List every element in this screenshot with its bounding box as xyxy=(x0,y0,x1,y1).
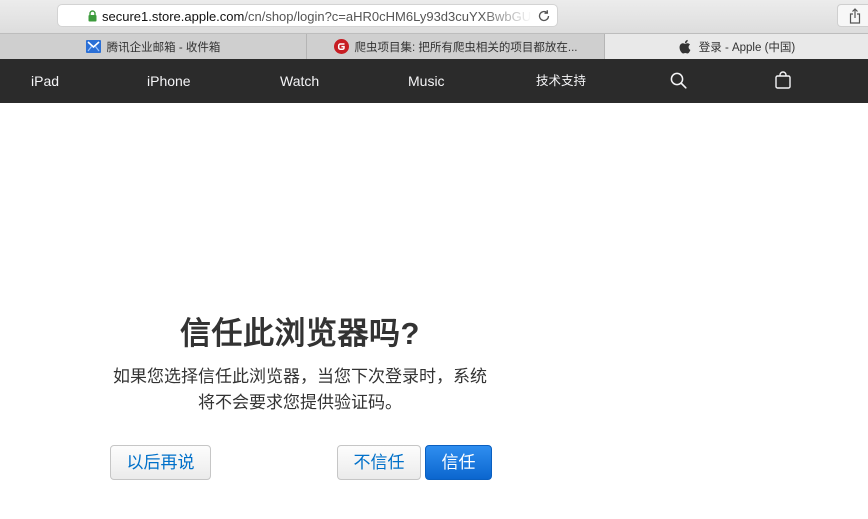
tab-label: 爬虫项目集: 把所有爬虫相关的项目都放在... xyxy=(354,41,578,54)
search-icon[interactable] xyxy=(670,72,687,89)
dialog-body: 如果您选择信任此浏览器，当您下次登录时，系统 将不会要求您提供验证码。 xyxy=(100,364,500,416)
dialog-body-line: 将不会要求您提供验证码。 xyxy=(198,393,402,412)
url-host: secure1.store.apple.com xyxy=(102,9,245,24)
nav-item-support[interactable]: 技术支持 xyxy=(536,59,586,103)
share-icon xyxy=(849,8,861,24)
tab-tencent-mail[interactable]: 腾讯企业邮箱 - 收件箱 xyxy=(0,34,307,59)
shopping-bag-icon[interactable] xyxy=(775,71,791,89)
nav-item-music[interactable]: Music xyxy=(408,59,445,103)
tab-bar: 腾讯企业邮箱 - 收件箱 爬虫项目集: 把所有爬虫相关的项目都放在... 登录 … xyxy=(0,33,868,59)
reload-icon[interactable] xyxy=(537,9,551,23)
lock-icon xyxy=(88,10,97,22)
tencent-mail-icon xyxy=(85,40,101,53)
tab-label: 腾讯企业邮箱 - 收件箱 xyxy=(106,41,221,54)
tab-gitee[interactable]: 爬虫项目集: 把所有爬虫相关的项目都放在... xyxy=(307,34,605,59)
nav-item-iphone[interactable]: iPhone xyxy=(147,59,191,103)
dont-trust-button[interactable]: 不信任 xyxy=(337,445,421,480)
dialog-body-line: 如果您选择信任此浏览器，当您下次登录时，系统 xyxy=(113,367,487,386)
share-button[interactable] xyxy=(837,4,868,27)
apple-global-nav: iPad iPhone Watch Music 技术支持 xyxy=(0,59,868,103)
tab-label: 登录 - Apple (中国) xyxy=(698,41,796,54)
tab-apple-login[interactable]: 登录 - Apple (中国) xyxy=(605,34,868,59)
url-text: secure1.store.apple.com/cn/shop/login?c=… xyxy=(102,8,532,25)
address-bar[interactable]: secure1.store.apple.com/cn/shop/login?c=… xyxy=(57,4,558,27)
gitee-icon xyxy=(333,39,349,54)
later-button[interactable]: 以后再说 xyxy=(110,445,211,480)
dialog-title: 信任此浏览器吗? xyxy=(180,316,420,351)
nav-item-watch[interactable]: Watch xyxy=(280,59,319,103)
nav-item-ipad[interactable]: iPad xyxy=(31,59,59,103)
trust-button[interactable]: 信任 xyxy=(425,445,492,480)
apple-logo-icon xyxy=(679,39,691,54)
browser-toolbar: secure1.store.apple.com/cn/shop/login?c=… xyxy=(0,0,868,33)
url-path: /cn/shop/login?c=aHR0cHM6Ly93d3cuYXBwbGU… xyxy=(244,9,532,24)
